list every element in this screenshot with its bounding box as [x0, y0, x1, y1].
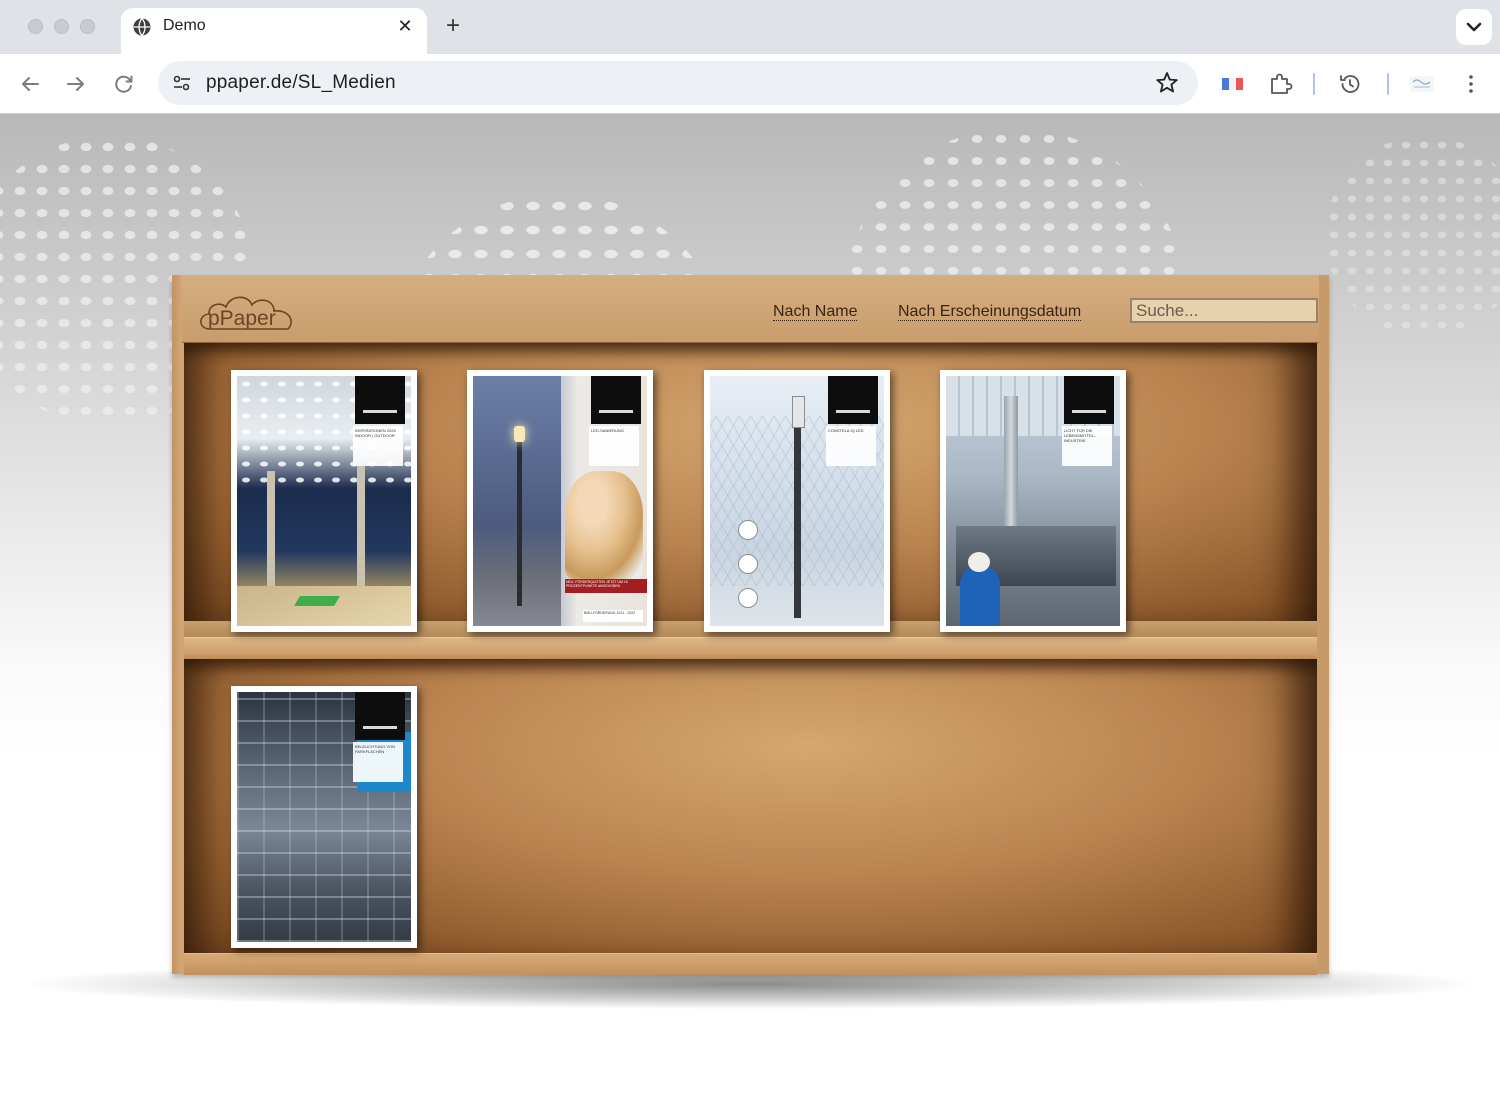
new-tab-button[interactable]: +: [439, 13, 467, 41]
tab-strip: Demo ✕ +: [0, 0, 1500, 54]
cover-image: CONSTELA IQ LED: [710, 376, 884, 626]
window-zoom-dot[interactable]: [80, 19, 95, 34]
tab-close-icon[interactable]: ✕: [393, 14, 417, 38]
cover-image: BELEUCHTUNG VON PARKFLÄCHEN: [237, 692, 411, 942]
back-arrow-icon[interactable]: [15, 69, 45, 99]
search-input[interactable]: [1130, 298, 1318, 323]
cover-banner: NEU: FÖRDERQUOTEN JETZT UM 15 PROZENTPUN…: [565, 579, 647, 593]
catalog-inspirationen-2020[interactable]: INSPIRATIONEN 2020 INDOOR | OUTDOOR: [231, 370, 417, 632]
shelf-base: [184, 953, 1317, 975]
history-icon[interactable]: [1336, 70, 1364, 98]
sort-by-name-link[interactable]: Nach Name: [773, 303, 858, 321]
cover-title: LICHT FÜR DIE LEBENSMITTEL-INDUSTRIE: [1062, 426, 1112, 466]
page-background: pPaper Nach Name Nach Erscheinungsdatum …: [0, 114, 1500, 1101]
tab-demo[interactable]: Demo ✕: [121, 8, 427, 54]
cover-title: LED-SANIERUNG: [589, 426, 639, 466]
tab-title: Demo: [163, 17, 206, 34]
site-settings-icon[interactable]: [170, 71, 194, 95]
shelf-board-front: [184, 637, 1317, 660]
translate-flag-icon[interactable]: [1219, 70, 1247, 98]
chevron-down-icon: [1466, 22, 1482, 32]
catalog-led-sanierung[interactable]: LED-SANIERUNG NEU: FÖRDERQUOTEN JETZT UM…: [467, 370, 653, 632]
ppaper-logo[interactable]: pPaper: [196, 285, 306, 337]
catalog-lebensmittel-industrie[interactable]: LICHT FÜR DIE LEBENSMITTEL-INDUSTRIE: [940, 370, 1126, 632]
brand-badge: [355, 692, 405, 740]
toolbar-separator: [1313, 73, 1315, 95]
more-menu-icon[interactable]: [1457, 70, 1485, 98]
brand-badge: [591, 376, 641, 424]
cover-image: INSPIRATIONEN 2020 INDOOR | OUTDOOR: [237, 376, 411, 626]
window-minimize-dot[interactable]: [54, 19, 69, 34]
cover-title: CONSTELA IQ LED: [826, 426, 876, 466]
tab-search-button[interactable]: [1456, 9, 1492, 45]
globe-icon: [133, 18, 151, 36]
shelf-header: pPaper Nach Name Nach Erscheinungsdatum: [182, 275, 1319, 343]
cover-title: BELEUCHTUNG VON PARKFLÄCHEN: [353, 742, 403, 782]
browser-toolbar: ppaper.de/SL_Medien: [0, 54, 1500, 114]
bookshelf: pPaper Nach Name Nach Erscheinungsdatum …: [172, 275, 1329, 975]
profile-avatar-icon[interactable]: [1408, 70, 1436, 98]
cover-image: LICHT FÜR DIE LEBENSMITTEL-INDUSTRIE: [946, 376, 1120, 626]
catalog-beleuchtung-parkflaechen[interactable]: BELEUCHTUNG VON PARKFLÄCHEN: [231, 686, 417, 948]
logo-text: pPaper: [208, 307, 276, 330]
catalog-constela-iq-led[interactable]: CONSTELA IQ LED: [704, 370, 890, 632]
address-bar[interactable]: ppaper.de/SL_Medien: [158, 61, 1198, 105]
window-close-dot[interactable]: [28, 19, 43, 34]
cover-image: LED-SANIERUNG NEU: FÖRDERQUOTEN JETZT UM…: [473, 376, 647, 626]
dotted-globe-decoration: [1325, 136, 1500, 336]
url-text[interactable]: ppaper.de/SL_Medien: [206, 72, 396, 94]
sort-by-date-link[interactable]: Nach Erscheinungsdatum: [898, 303, 1082, 321]
cover-title: INSPIRATIONEN 2020 INDOOR | OUTDOOR: [353, 426, 403, 466]
toolbar-separator: [1387, 73, 1389, 95]
brand-badge: [828, 376, 878, 424]
forward-arrow-icon[interactable]: [61, 69, 91, 99]
reload-icon[interactable]: [109, 69, 139, 99]
extensions-puzzle-icon[interactable]: [1266, 70, 1294, 98]
brand-badge: [1064, 376, 1114, 424]
bookmark-star-icon[interactable]: [1154, 70, 1180, 96]
brand-badge: [355, 376, 405, 424]
cover-footer: BMU-FÖRDERUNG 2021 - 2022: [583, 610, 643, 622]
